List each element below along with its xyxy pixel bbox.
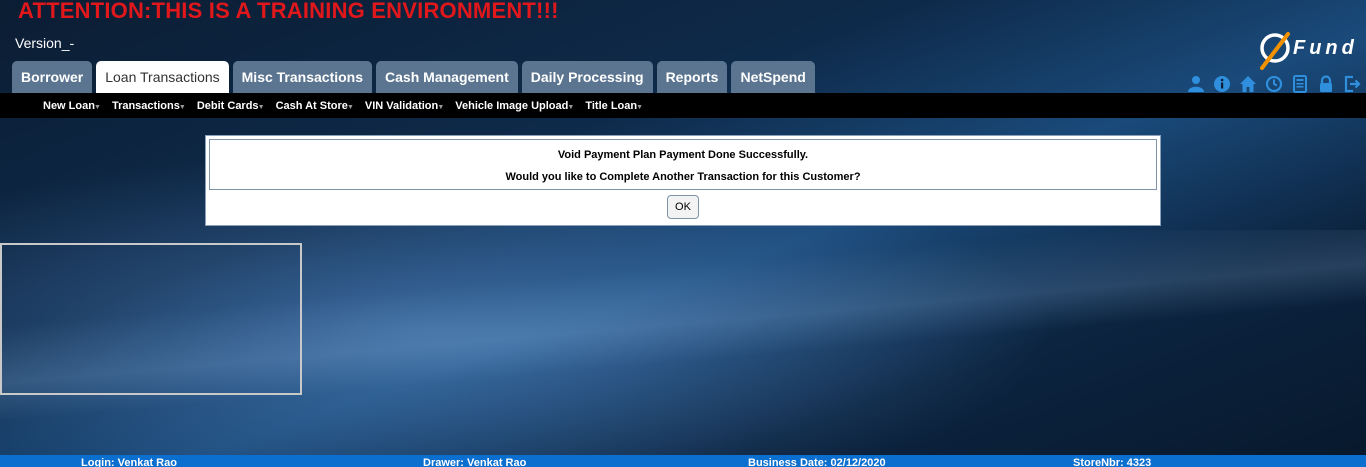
caret-icon: ▼ — [346, 103, 354, 111]
menu-title-loan[interactable]: Title Loan ▼ — [585, 100, 643, 112]
status-footer: Login: Venkat Rao Drawer: Venkat Rao Bus… — [0, 455, 1366, 467]
toolbar-icons — [1186, 75, 1362, 93]
caret-icon: ▼ — [257, 103, 265, 111]
tab-borrower[interactable]: Borrower — [12, 61, 93, 93]
question-message: Would you like to Complete Another Trans… — [505, 171, 861, 183]
caret-icon: ▼ — [437, 103, 445, 111]
tab-daily-processing[interactable]: Daily Processing — [521, 61, 653, 93]
caret-icon: ▼ — [178, 103, 186, 111]
calculator-icon[interactable] — [1290, 75, 1310, 93]
logout-icon[interactable] — [1342, 75, 1362, 93]
menu-new-loan[interactable]: New Loan ▼ — [43, 100, 101, 112]
footer-drawer: Drawer: Venkat Rao — [423, 457, 527, 467]
menu-vin-validation[interactable]: VIN Validation ▼ — [365, 100, 444, 112]
user-icon[interactable] — [1186, 75, 1206, 93]
submenu-bar: New Loan ▼ Transactions ▼ Debit Cards ▼ Cas… — [0, 93, 1366, 118]
version-label: Version_- — [15, 35, 75, 51]
tab-reports[interactable]: Reports — [656, 61, 728, 93]
footer-business-date: Business Date: 02/12/2020 — [748, 457, 886, 467]
menu-cash-at-store[interactable]: Cash At Store ▼ — [276, 100, 354, 112]
menu-debit-cards[interactable]: Debit Cards ▼ — [197, 100, 265, 112]
tab-cash-management[interactable]: Cash Management — [376, 61, 518, 93]
menu-transactions[interactable]: Transactions ▼ — [112, 100, 186, 112]
success-message: Void Payment Plan Payment Done Successfu… — [557, 149, 809, 161]
qfund-logo: Fund — [1258, 28, 1362, 72]
info-icon[interactable] — [1212, 75, 1232, 93]
training-banner: ATTENTION:THIS IS A TRAINING ENVIRONMENT… — [18, 0, 559, 23]
clock-icon[interactable] — [1264, 75, 1284, 93]
menu-vehicle-image-upload[interactable]: Vehicle Image Upload ▼ — [455, 100, 574, 112]
empty-frame — [0, 243, 302, 395]
caret-icon: ▼ — [94, 103, 101, 111]
logo-text: Fund — [1293, 37, 1358, 59]
main-tabs: Borrower Loan Transactions Misc Transact… — [12, 61, 815, 93]
tab-misc-transactions[interactable]: Misc Transactions — [232, 61, 373, 93]
confirmation-dialog: Void Payment Plan Payment Done Successfu… — [205, 135, 1161, 226]
footer-login: Login: Venkat Rao — [81, 457, 177, 467]
ok-button[interactable]: OK — [667, 195, 699, 219]
tab-netspend[interactable]: NetSpend — [731, 61, 815, 93]
caret-icon: ▼ — [567, 103, 575, 111]
caret-icon: ▼ — [636, 103, 644, 111]
tab-loan-transactions[interactable]: Loan Transactions — [96, 61, 229, 93]
home-icon[interactable] — [1238, 75, 1258, 93]
message-box: Void Payment Plan Payment Done Successfu… — [209, 139, 1157, 190]
footer-store-number: StoreNbr: 4323 — [1073, 457, 1152, 467]
lock-icon[interactable] — [1316, 75, 1336, 93]
